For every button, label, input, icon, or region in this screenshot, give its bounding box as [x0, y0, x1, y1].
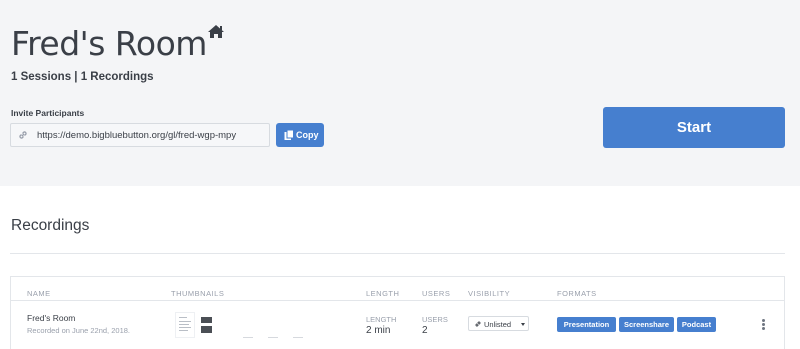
chevron-down-icon — [521, 323, 525, 326]
start-button[interactable]: Start — [603, 107, 785, 148]
home-icon — [208, 25, 224, 38]
format-presentation-button[interactable]: Presentation — [557, 317, 616, 332]
recordings-table — [10, 276, 785, 349]
invite-url-field[interactable]: https://demo.bigbluebutton.org/gl/fred-w… — [10, 123, 270, 147]
more-options-icon[interactable] — [762, 319, 765, 330]
thumbnail[interactable] — [196, 312, 216, 338]
length-value: 2 min — [366, 325, 391, 336]
divider — [10, 253, 785, 254]
link-icon — [475, 321, 481, 327]
copy-button[interactable]: Copy — [276, 123, 324, 147]
visibility-label: Unlisted — [484, 320, 512, 329]
room-title: Fred's Room — [11, 24, 207, 63]
length-label: LENGTH — [366, 315, 397, 324]
users-value: 2 — [422, 325, 428, 336]
column-header-formats: FORMATS — [557, 289, 597, 298]
thumbnail-placeholder — [293, 337, 303, 338]
thumbnail-placeholder — [243, 337, 253, 338]
link-icon — [19, 131, 27, 139]
visibility-dropdown[interactable]: Unlisted — [468, 316, 529, 331]
format-screenshare-button[interactable]: Screenshare — [619, 317, 674, 332]
room-header: Fred's Room 1 Sessions | 1 Recordings In… — [0, 0, 800, 186]
users-label: USERS — [422, 315, 448, 324]
column-header-name: NAME — [27, 289, 51, 298]
column-header-visibility: VISIBILITY — [468, 289, 511, 298]
header-divider — [11, 300, 784, 301]
copy-icon — [284, 129, 294, 140]
room-stats: 1 Sessions | 1 Recordings — [11, 71, 154, 83]
column-header-thumbnails: THUMBNAILS — [171, 289, 225, 298]
invite-label: Invite Participants — [11, 108, 85, 118]
invite-url-text: https://demo.bigbluebutton.org/gl/fred-w… — [37, 130, 237, 141]
format-podcast-button[interactable]: Podcast — [677, 317, 716, 332]
column-header-length: LENGTH — [366, 289, 400, 298]
recording-name: Fred's Room — [27, 313, 76, 323]
column-header-users: USERS — [422, 289, 451, 298]
copy-label: Copy — [296, 130, 319, 140]
thumbnail-placeholder — [268, 337, 278, 338]
recording-date: Recorded on June 22nd, 2018. — [27, 326, 130, 335]
thumbnail[interactable] — [175, 312, 195, 338]
recordings-title: Recordings — [11, 217, 90, 234]
